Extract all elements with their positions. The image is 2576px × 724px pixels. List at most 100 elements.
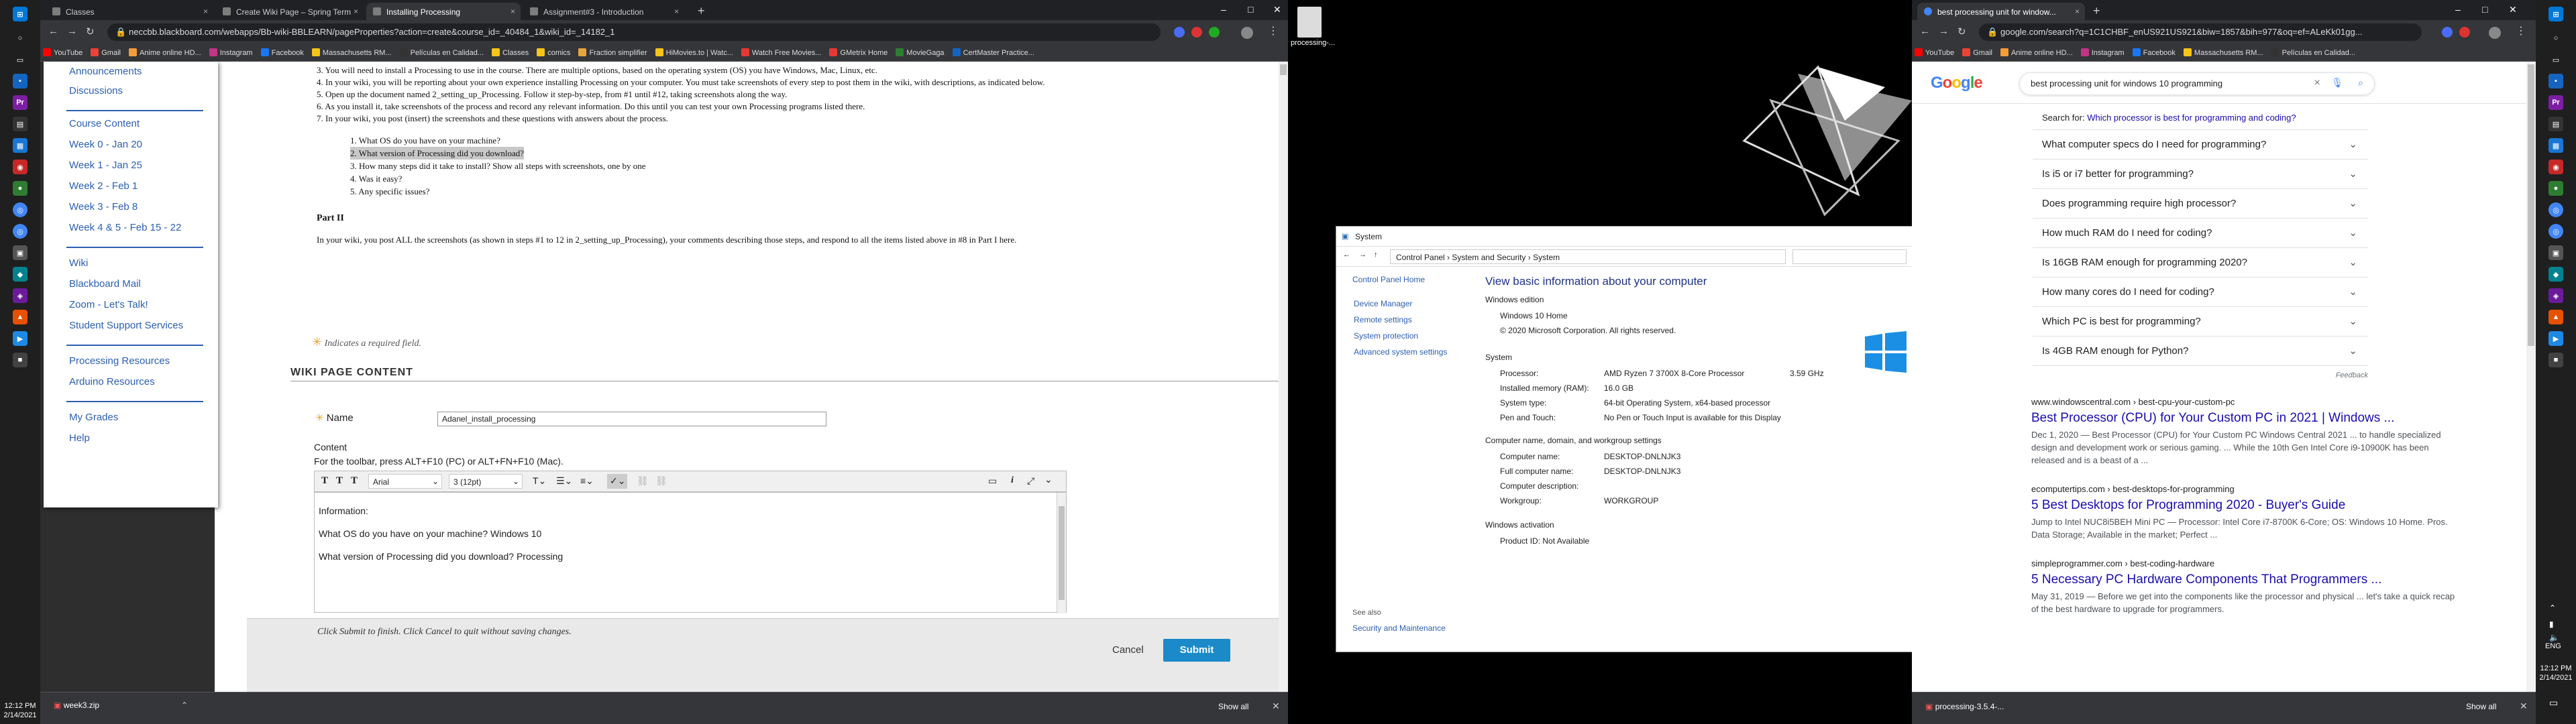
app-icon[interactable]: ◉ — [13, 160, 28, 174]
bookmark-item[interactable]: CertMaster Practice... — [950, 44, 1040, 57]
app-icon[interactable]: ▶ — [2548, 331, 2563, 346]
download-item[interactable]: ▣ processing-3.5.4-... — [1925, 702, 2004, 711]
microphone-icon[interactable]: 🎙 — [2331, 77, 2343, 88]
address-bar[interactable]: 🔒 google.com/search?q=1C1CHBF_enUS921US92… — [1979, 23, 2422, 41]
forward-button[interactable]: → — [1359, 251, 1366, 259]
bookmark-item[interactable]: YouTube — [1912, 44, 1960, 57]
bookmark-item[interactable]: Películas en Calidad... — [2269, 44, 2361, 57]
back-button[interactable]: ← — [1920, 25, 1930, 37]
maximize-button[interactable]: □ — [1248, 4, 1253, 15]
editor-body[interactable]: Information: What OS do you have on your … — [314, 492, 1067, 613]
page-scrollbar[interactable] — [1279, 62, 1288, 692]
app-icon[interactable]: ▦ — [2548, 138, 2563, 153]
app-icon[interactable]: ▪ — [13, 74, 28, 88]
menu-announcements[interactable]: Announcements — [69, 66, 203, 77]
windows-start-icon[interactable]: ⊞ — [2548, 7, 2563, 21]
menu-week-0[interactable]: Week 0 - Jan 20 — [69, 139, 203, 150]
font-color-icon[interactable]: T⌄ — [533, 475, 546, 487]
system-link[interactable]: Advanced system settings — [1352, 347, 1477, 357]
minimize-button[interactable]: – — [1221, 4, 1226, 15]
unlink-icon[interactable]: ⛓ — [655, 475, 667, 487]
menu-processing-resources[interactable]: Processing Resources — [69, 355, 203, 367]
question-accordion[interactable]: Which PC is best for programming? ⌄ — [2033, 307, 2368, 337]
scrollbar-thumb[interactable] — [1280, 64, 1287, 75]
menu-my-grades[interactable]: My Grades — [69, 412, 203, 423]
reload-button[interactable]: ↻ — [86, 25, 95, 38]
bookmark-item[interactable]: Watch Free Movies... — [739, 44, 827, 57]
close-window-button[interactable]: ✕ — [2509, 4, 2517, 15]
extension-icon[interactable] — [2442, 27, 2453, 38]
bookmark-item[interactable]: Facebook — [258, 44, 309, 57]
text-style-icon[interactable]: T — [321, 475, 328, 487]
clock[interactable]: 12:12 PM 2/14/2021 — [2536, 664, 2576, 682]
app-icon[interactable]: ▤ — [2548, 117, 2563, 131]
question-accordion[interactable]: How many cores do I need for coding? ⌄ — [2033, 278, 2368, 307]
processing-folder-icon[interactable] — [1297, 7, 1322, 38]
link-icon[interactable]: ⛓ — [637, 475, 649, 487]
app-icon[interactable]: ■ — [2548, 353, 2563, 367]
close-icon[interactable]: × — [674, 7, 679, 16]
close-icon[interactable]: × — [354, 7, 358, 16]
question-accordion[interactable]: What computer specs do I need for progra… — [2033, 130, 2368, 160]
app-icon[interactable]: ◆ — [13, 267, 28, 282]
chevron-up-icon[interactable]: ⌃ — [2549, 603, 2556, 613]
bookmark-item[interactable]: Massachusetts RM... — [309, 44, 397, 57]
menu-icon[interactable]: ⋮ — [2516, 24, 2526, 38]
up-button[interactable]: ↑ — [1374, 251, 1378, 259]
text-style-icon[interactable]: T — [336, 475, 343, 487]
app-icon[interactable]: ◆ — [2548, 267, 2563, 282]
premiere-icon[interactable]: Pr — [13, 95, 28, 110]
tab-installing-processing[interactable]: Installing Processing × — [366, 3, 521, 20]
minimize-button[interactable]: – — [2455, 4, 2461, 15]
numbered-list-icon[interactable]: ≡⌄ — [580, 475, 594, 487]
bookmark-item[interactable]: Gmail — [1960, 44, 1998, 57]
bookmark-item[interactable]: YouTube — [40, 44, 88, 57]
menu-help[interactable]: Help — [69, 432, 203, 444]
menu-blackboard-mail[interactable]: Blackboard Mail — [69, 278, 203, 290]
bookmark-item[interactable]: comics — [534, 44, 576, 57]
windows-start-icon[interactable]: ⊞ — [13, 7, 28, 21]
address-bar[interactable]: 🔒 neccbb.blackboard.com/webapps/Bb-wiki-B… — [107, 23, 1161, 41]
menu-week-3[interactable]: Week 3 - Feb 8 — [69, 201, 203, 213]
search-icon[interactable]: ○ — [2548, 31, 2563, 46]
avatar[interactable] — [2489, 27, 2501, 39]
system-link[interactable]: System protection — [1352, 331, 1477, 341]
app-icon[interactable]: ▣ — [2548, 245, 2563, 260]
submit-button[interactable]: Submit — [1163, 639, 1230, 662]
forward-button[interactable]: → — [67, 25, 77, 37]
notification-icon[interactable]: ▭ — [2549, 697, 2558, 709]
app-icon[interactable]: ◈ — [2548, 288, 2563, 303]
search-icon[interactable]: ○ — [13, 31, 28, 46]
avatar[interactable] — [1241, 27, 1253, 39]
bookmark-item[interactable]: Instagram — [207, 44, 258, 57]
security-maintenance-link[interactable]: Security and Maintenance — [1352, 623, 1446, 633]
app-icon[interactable]: ◈ — [13, 288, 28, 303]
extension-icon[interactable] — [1191, 27, 1202, 38]
search-for-item[interactable]: Search for: Which processor is best for … — [2033, 107, 2368, 130]
premiere-icon[interactable]: Pr — [2548, 95, 2563, 110]
chrome-icon[interactable]: ◎ — [2548, 202, 2563, 217]
new-tab-button[interactable]: + — [698, 4, 705, 18]
bullet-list-icon[interactable]: ☰⌄ — [556, 475, 572, 487]
menu-week-2[interactable]: Week 2 - Feb 1 — [69, 180, 203, 192]
app-icon[interactable]: ▲ — [13, 310, 28, 324]
tab-create-wiki[interactable]: Create Wiki Page – Spring Term × — [216, 3, 364, 20]
app-icon[interactable]: ◉ — [2548, 160, 2563, 174]
menu-student-support[interactable]: Student Support Services — [69, 320, 203, 331]
forward-button[interactable]: → — [1939, 25, 1949, 37]
task-view-icon[interactable]: ▭ — [2548, 52, 2563, 67]
menu-week-4-5[interactable]: Week 4 & 5 - Feb 15 - 22 — [69, 222, 203, 233]
preview-icon[interactable]: ▭ — [988, 475, 997, 487]
scrollbar-thumb[interactable] — [1059, 506, 1065, 600]
question-accordion[interactable]: Does programming require high processor?… — [2033, 189, 2368, 219]
show-all-button[interactable]: Show all — [1218, 702, 1248, 711]
clear-icon[interactable]: × — [2314, 77, 2320, 89]
system-link[interactable]: Remote settings — [1352, 315, 1477, 324]
chrome-icon[interactable]: ◎ — [2548, 224, 2563, 239]
bookmark-item[interactable]: HiMovies.to | Watc... — [653, 44, 739, 57]
tab-classes[interactable]: Classes × — [46, 3, 213, 20]
bookmark-item[interactable]: Anime online HD... — [1998, 44, 2078, 57]
result-title[interactable]: 5 Necessary PC Hardware Components That … — [2031, 572, 2461, 587]
show-all-button[interactable]: Show all — [2466, 702, 2496, 711]
editor-scrollbar[interactable] — [1057, 493, 1066, 613]
